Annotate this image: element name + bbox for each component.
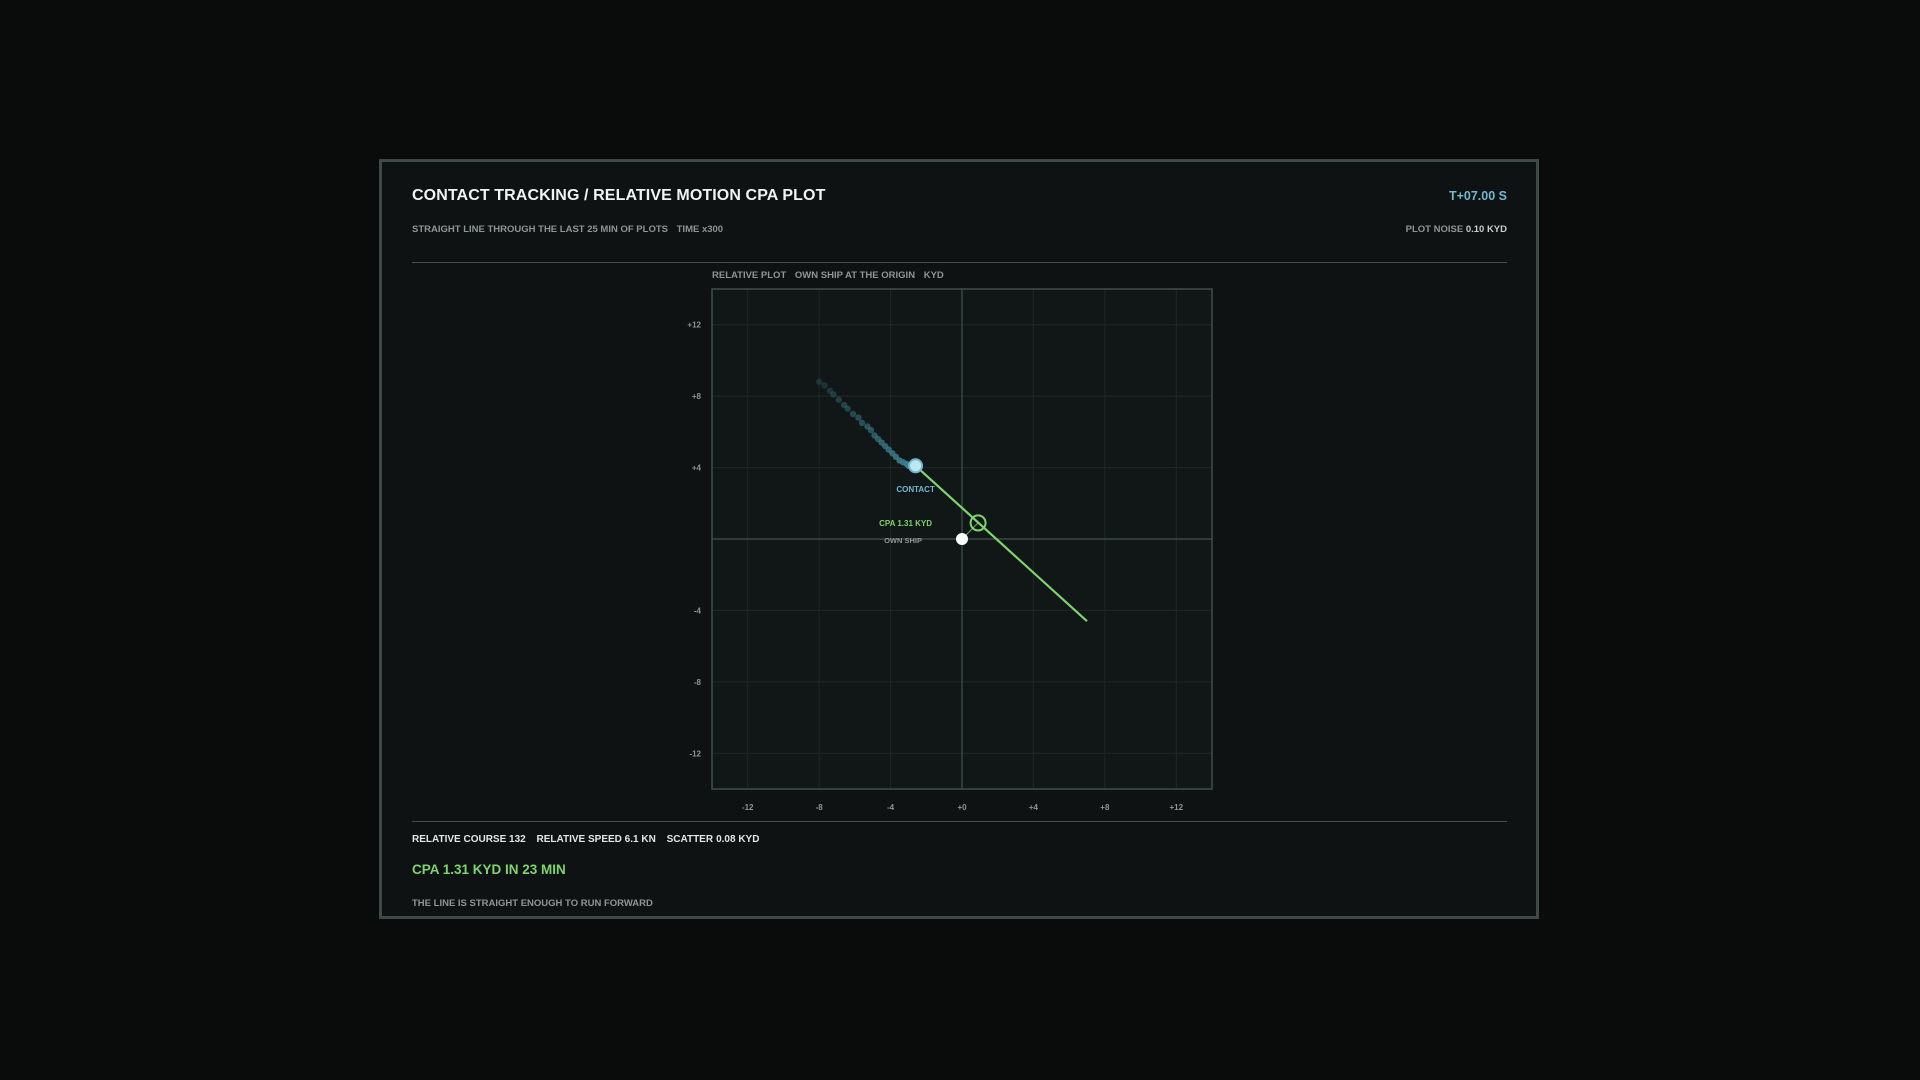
y-tick-label: +12 [687, 321, 701, 330]
x-tick-label: +4 [1029, 803, 1039, 812]
relative-speed: RELATIVE SPEED 6.1 KN [536, 834, 656, 845]
track-plot-dot [867, 426, 875, 434]
footer-divider [412, 821, 1507, 822]
track-plot-dot [844, 405, 851, 412]
y-tick-label: +8 [692, 392, 702, 401]
track-plot-dot [815, 378, 823, 386]
scatter-value: 0.08 KYD [716, 834, 760, 845]
x-tick-label: +8 [1100, 803, 1110, 812]
x-tick-label: -4 [887, 803, 895, 812]
x-tick-label: +12 [1169, 803, 1183, 812]
cpa-summary: CPA 1.31 KYD IN 23 MIN [412, 862, 566, 877]
track-plot-dot [821, 382, 828, 389]
x-tick-label: -8 [816, 803, 824, 812]
x-tick-label: -12 [742, 803, 754, 812]
contact-marker [908, 458, 924, 474]
solution-stats: RELATIVE COURSE 132 RELATIVE SPEED 6.1 K… [412, 834, 767, 845]
contact-label: CONTACT [896, 485, 935, 494]
cpa-plot-panel: CONTACT TRACKING / RELATIVE MOTION CPA P… [379, 159, 1539, 919]
scatter-label: SCATTER [666, 834, 714, 845]
track-plot-dot [855, 414, 862, 421]
track-plot-dot [849, 410, 857, 418]
x-tick-label: +0 [957, 803, 967, 812]
y-tick-label: -4 [694, 606, 702, 615]
track-plot-dot [830, 391, 837, 398]
cpa-label: CPA 1.31 KYD [879, 519, 932, 528]
relative-course: RELATIVE COURSE 132 [412, 834, 526, 845]
relative-plot-chart: -12 -8 -4 +0 +4 +8 +12 +12 +8 +4 -4 -8 -12 CONTACT CPA… [687, 288, 1213, 812]
track-plot-dot [858, 419, 866, 427]
y-tick-label: -12 [689, 749, 701, 758]
track-plot-dot [835, 396, 842, 403]
y-tick-label: -8 [694, 678, 702, 687]
y-tick-label: +4 [692, 464, 702, 473]
verdict-text: THE LINE IS STRAIGHT ENOUGH TO RUN FORWA… [412, 898, 653, 909]
own-ship-marker [956, 533, 968, 545]
own-ship-label: OWN SHIP [884, 536, 922, 545]
